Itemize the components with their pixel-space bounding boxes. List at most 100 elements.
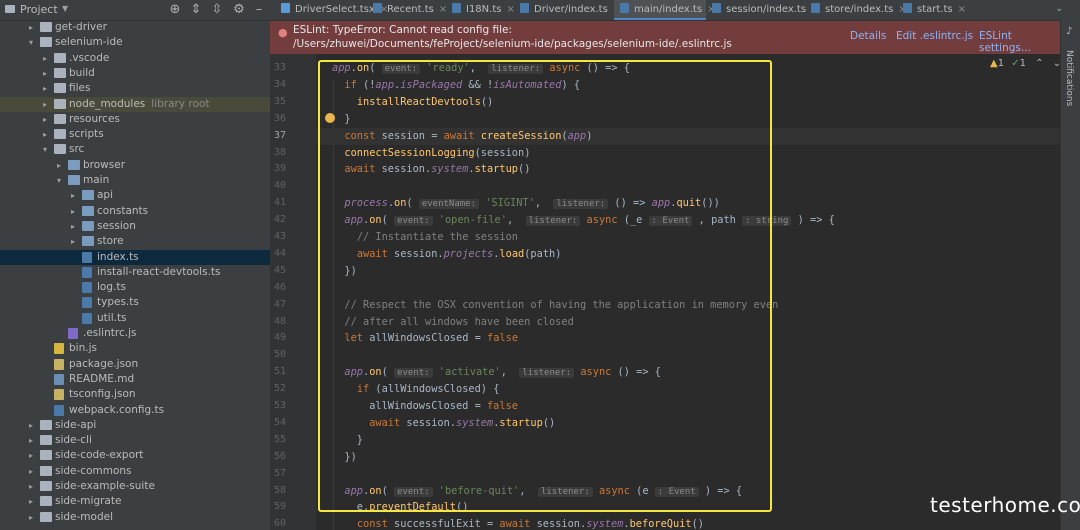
tree-item[interactable]: ▸ side-commons bbox=[0, 464, 270, 479]
tree-item[interactable]: package.json bbox=[0, 357, 270, 372]
inspection-widget[interactable]: ▲1 ✓1 ⌃ ⌄ bbox=[990, 58, 1061, 69]
tab[interactable]: Recent.ts × bbox=[367, 0, 447, 20]
chevron-down-icon[interactable]: ▾ bbox=[26, 35, 36, 50]
line-number: 43 bbox=[273, 231, 286, 242]
editor-tab-bar: DriverSelect.tsx × Recent.ts × I18N.ts × Drive… bbox=[270, 0, 1080, 21]
chevron-right-icon[interactable]: ▸ bbox=[26, 433, 36, 448]
folder-icon bbox=[54, 67, 66, 78]
line-number: 40 bbox=[273, 180, 286, 192]
tree-item[interactable]: ▸ session bbox=[0, 219, 270, 234]
chevron-right-icon[interactable]: ▸ bbox=[68, 234, 78, 249]
file-icon bbox=[54, 389, 64, 401]
tabs-overflow-icon[interactable]: ⌄ bbox=[1055, 3, 1063, 14]
tree-item[interactable]: util.ts bbox=[0, 311, 270, 326]
tab[interactable]: session/index.ts× bbox=[706, 0, 819, 20]
tree-item[interactable]: ▸ node_modules library root bbox=[0, 96, 270, 112]
chevron-right-icon[interactable]: ▸ bbox=[26, 479, 36, 494]
tree-item[interactable]: ▸ api bbox=[0, 188, 270, 203]
chevron-down-icon[interactable]: ▾ bbox=[40, 142, 50, 157]
eslint-settings-link[interactable]: ESLint settings... bbox=[979, 30, 1060, 54]
tree-item[interactable]: ▸ .vscode bbox=[0, 51, 270, 66]
tree-item[interactable]: ▸ files bbox=[0, 81, 270, 96]
tree-item[interactable]: ▸ side-api bbox=[0, 418, 270, 433]
tree-item[interactable]: ▸ build bbox=[0, 66, 270, 81]
tree-item[interactable]: log.ts bbox=[0, 280, 270, 295]
tree-item[interactable]: ▸ get-driver bbox=[0, 20, 270, 35]
tab[interactable]: DriverSelect.tsx × bbox=[275, 0, 388, 20]
chevron-right-icon[interactable]: ▸ bbox=[54, 158, 64, 173]
chevron-down-icon[interactable]: ▾ bbox=[54, 173, 64, 188]
expand-all-icon[interactable]: ⇕ bbox=[188, 2, 204, 18]
chevron-right-icon[interactable]: ▸ bbox=[68, 188, 78, 203]
tab-label: store/index.ts bbox=[825, 4, 894, 15]
tree-item[interactable]: types.ts bbox=[0, 295, 270, 310]
folder-icon bbox=[82, 220, 94, 231]
tree-item[interactable]: ▸ side-model bbox=[0, 510, 270, 525]
collapse-all-icon[interactable]: ⇳ bbox=[209, 2, 225, 18]
chevron-right-icon[interactable]: ▸ bbox=[68, 219, 78, 234]
tab[interactable]: Driver/index.ts× bbox=[514, 0, 621, 20]
chevron-right-icon[interactable]: ▸ bbox=[26, 464, 36, 479]
line-number: 34 bbox=[273, 78, 286, 90]
tree-item[interactable]: ▾ src bbox=[0, 142, 270, 157]
code-line[interactable]: const successfulExit = await session.sys… bbox=[332, 516, 704, 530]
chevron-right-icon[interactable]: ▸ bbox=[40, 51, 50, 66]
bell-icon[interactable]: ♪ bbox=[1066, 26, 1072, 37]
notifications-tab[interactable]: Notifications bbox=[1064, 50, 1074, 106]
file-icon bbox=[520, 3, 529, 13]
chevron-right-icon[interactable]: ▸ bbox=[40, 97, 50, 112]
tree-item[interactable]: webpack.config.ts bbox=[0, 403, 270, 418]
gear-icon[interactable]: ⚙ bbox=[231, 2, 247, 18]
tree-item[interactable]: tsconfig.json bbox=[0, 387, 270, 402]
tree-item[interactable]: ▸ browser bbox=[0, 158, 270, 173]
chevron-right-icon[interactable]: ▸ bbox=[26, 510, 36, 525]
tab-label: session/index.ts bbox=[726, 4, 807, 15]
chevron-right-icon[interactable]: ▸ bbox=[26, 20, 36, 35]
tree-item-label: tsconfig.json bbox=[69, 388, 136, 401]
tree-item[interactable]: ▸ side-code-export bbox=[0, 448, 270, 463]
tree-item[interactable]: ▾ main bbox=[0, 173, 270, 188]
chevron-down-icon[interactable]: ▼ bbox=[62, 4, 68, 13]
project-panel-title[interactable]: Project bbox=[20, 3, 58, 16]
tree-item[interactable]: bin.js bbox=[0, 341, 270, 356]
close-icon[interactable]: × bbox=[958, 4, 966, 15]
chevron-right-icon[interactable]: ▸ bbox=[40, 66, 50, 81]
tree-item[interactable]: ▸ side-cli bbox=[0, 433, 270, 448]
chevron-right-icon[interactable]: ▸ bbox=[26, 448, 36, 463]
edit-eslintrc-link[interactable]: Edit .eslintrc.js bbox=[896, 30, 973, 42]
tree-item[interactable]: ▾ selenium-ide bbox=[0, 35, 270, 50]
tree-item[interactable]: ▸ resources bbox=[0, 112, 270, 127]
file-icon bbox=[54, 358, 64, 370]
tab[interactable]: store/index.ts× bbox=[805, 0, 907, 20]
tree-item[interactable]: install-react-devtools.ts bbox=[0, 265, 270, 280]
tab[interactable]: I18N.ts × bbox=[446, 0, 515, 20]
chevron-right-icon[interactable]: ▸ bbox=[26, 494, 36, 509]
tree-item[interactable]: index.ts bbox=[0, 249, 270, 265]
tree-item[interactable]: .eslintrc.js bbox=[0, 326, 270, 341]
tree-item[interactable]: ▸ scripts bbox=[0, 127, 270, 142]
chevron-right-icon[interactable]: ▸ bbox=[68, 204, 78, 219]
tree-item-label: README.md bbox=[69, 372, 135, 385]
chevron-right-icon[interactable]: ▸ bbox=[40, 127, 50, 142]
chevron-right-icon[interactable]: ▸ bbox=[40, 81, 50, 96]
tree-item[interactable]: ▸ constants bbox=[0, 204, 270, 219]
tree-item-label: types.ts bbox=[97, 296, 139, 309]
chevron-right-icon[interactable]: ▸ bbox=[40, 112, 50, 127]
chevron-up-icon[interactable]: ⌃ bbox=[1035, 58, 1043, 69]
tab[interactable]: start.ts × bbox=[897, 0, 966, 20]
tree-item[interactable]: ▸ side-example-suite bbox=[0, 479, 270, 494]
crosshair-icon[interactable]: ⊕ bbox=[167, 2, 183, 18]
hide-icon[interactable]: – bbox=[251, 2, 267, 18]
file-icon bbox=[54, 343, 64, 355]
tree-item[interactable]: ▸ store bbox=[0, 234, 270, 249]
chevron-right-icon[interactable]: ▸ bbox=[26, 418, 36, 433]
tab[interactable]: main/index.ts× bbox=[614, 0, 715, 20]
tree-item-label: side-api bbox=[55, 418, 97, 431]
folder-icon bbox=[40, 496, 52, 507]
tree-item[interactable]: README.md bbox=[0, 372, 270, 387]
tree-item[interactable]: ▸ side-migrate bbox=[0, 494, 270, 509]
file-icon bbox=[54, 373, 64, 385]
folder-icon bbox=[40, 37, 52, 48]
folder-icon bbox=[54, 144, 66, 155]
details-link[interactable]: Details bbox=[850, 30, 886, 42]
